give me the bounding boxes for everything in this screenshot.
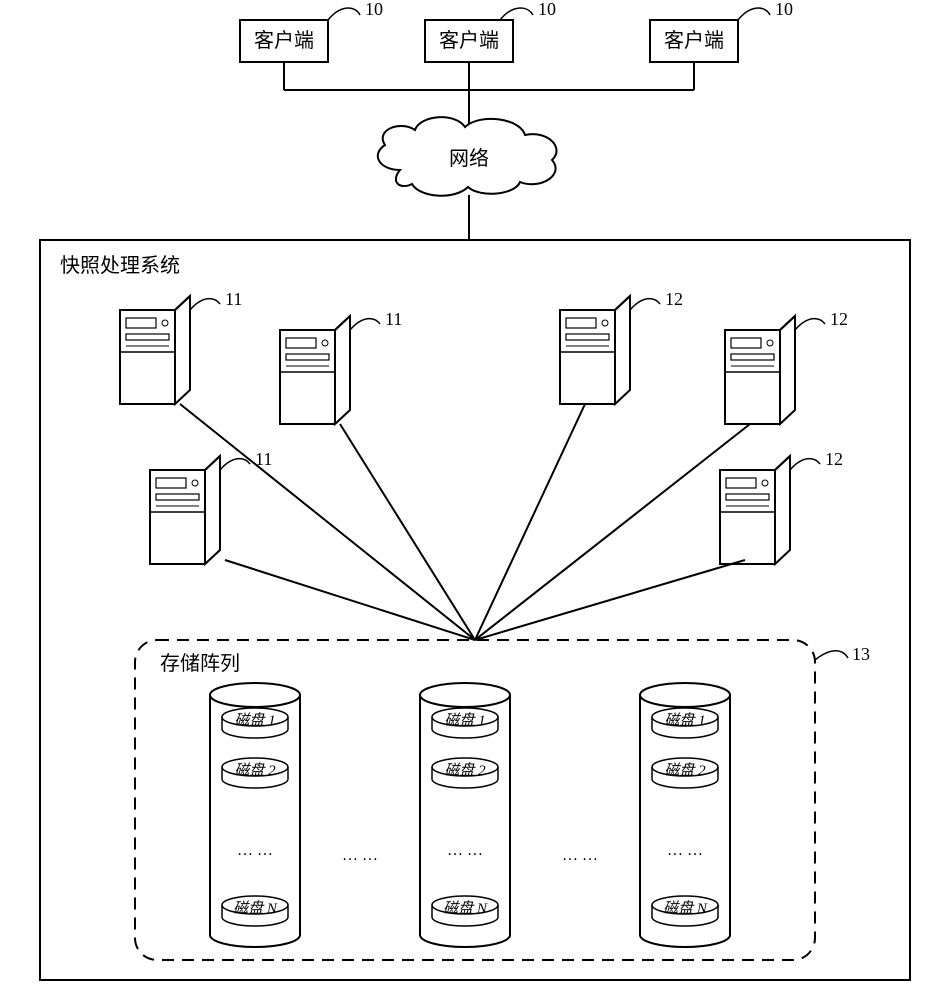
disk-n-label: 磁盘 N <box>233 900 278 917</box>
server-ref: 12 <box>830 309 848 329</box>
client-label: 客户端 <box>254 29 314 52</box>
architecture-diagram: 客户端 10 客户端 10 客户端 10 网络 快照处理系统 <box>0 0 937 1000</box>
server-12-a: 12 <box>560 289 683 404</box>
between-stack-ellipsis: … … <box>342 847 378 864</box>
client-box-2: 客户端 10 <box>425 0 556 62</box>
server-12-b: 12 <box>725 309 848 424</box>
disk-stack-3: 磁盘 1 磁盘 2 … … 磁盘 N <box>640 683 730 947</box>
client-ref: 10 <box>365 0 383 19</box>
server-ref: 12 <box>665 289 683 309</box>
between-stack-ellipsis: … … <box>562 847 598 864</box>
disk-1-label: 磁盘 1 <box>664 712 705 729</box>
disk-2-label: 磁盘 2 <box>664 762 706 779</box>
network-cloud: 网络 <box>378 117 557 196</box>
disk-1-label: 磁盘 1 <box>444 712 485 729</box>
disk-ellipsis: … … <box>667 842 703 859</box>
network-label: 网络 <box>449 147 489 170</box>
disk-1-label: 磁盘 1 <box>234 712 275 729</box>
server-11-a: 11 <box>120 289 242 404</box>
client-label: 客户端 <box>664 29 724 52</box>
server-ref: 12 <box>825 449 843 469</box>
converging-lines <box>180 404 750 640</box>
server-ref: 11 <box>385 309 402 329</box>
disk-2-label: 磁盘 2 <box>234 762 276 779</box>
server-ref: 11 <box>225 289 242 309</box>
client-box-3: 客户端 10 <box>650 0 793 62</box>
client-label: 客户端 <box>439 29 499 52</box>
storage-title: 存储阵列 <box>160 652 240 675</box>
server-11-c: 11 <box>150 449 272 564</box>
disk-stack-2: 磁盘 1 磁盘 2 … … 磁盘 N <box>420 683 510 947</box>
disk-n-label: 磁盘 N <box>443 900 488 917</box>
storage-ref: 13 <box>852 644 870 664</box>
server-11-b: 11 <box>280 309 402 424</box>
client-ref: 10 <box>775 0 793 19</box>
disk-ellipsis: … … <box>447 842 483 859</box>
disk-2-label: 磁盘 2 <box>444 762 486 779</box>
disk-ellipsis: … … <box>237 842 273 859</box>
server-12-c: 12 <box>720 449 843 564</box>
client-box-1: 客户端 10 <box>240 0 383 62</box>
system-title: 快照处理系统 <box>60 254 180 277</box>
disk-n-label: 磁盘 N <box>663 900 708 917</box>
client-ref: 10 <box>538 0 556 19</box>
